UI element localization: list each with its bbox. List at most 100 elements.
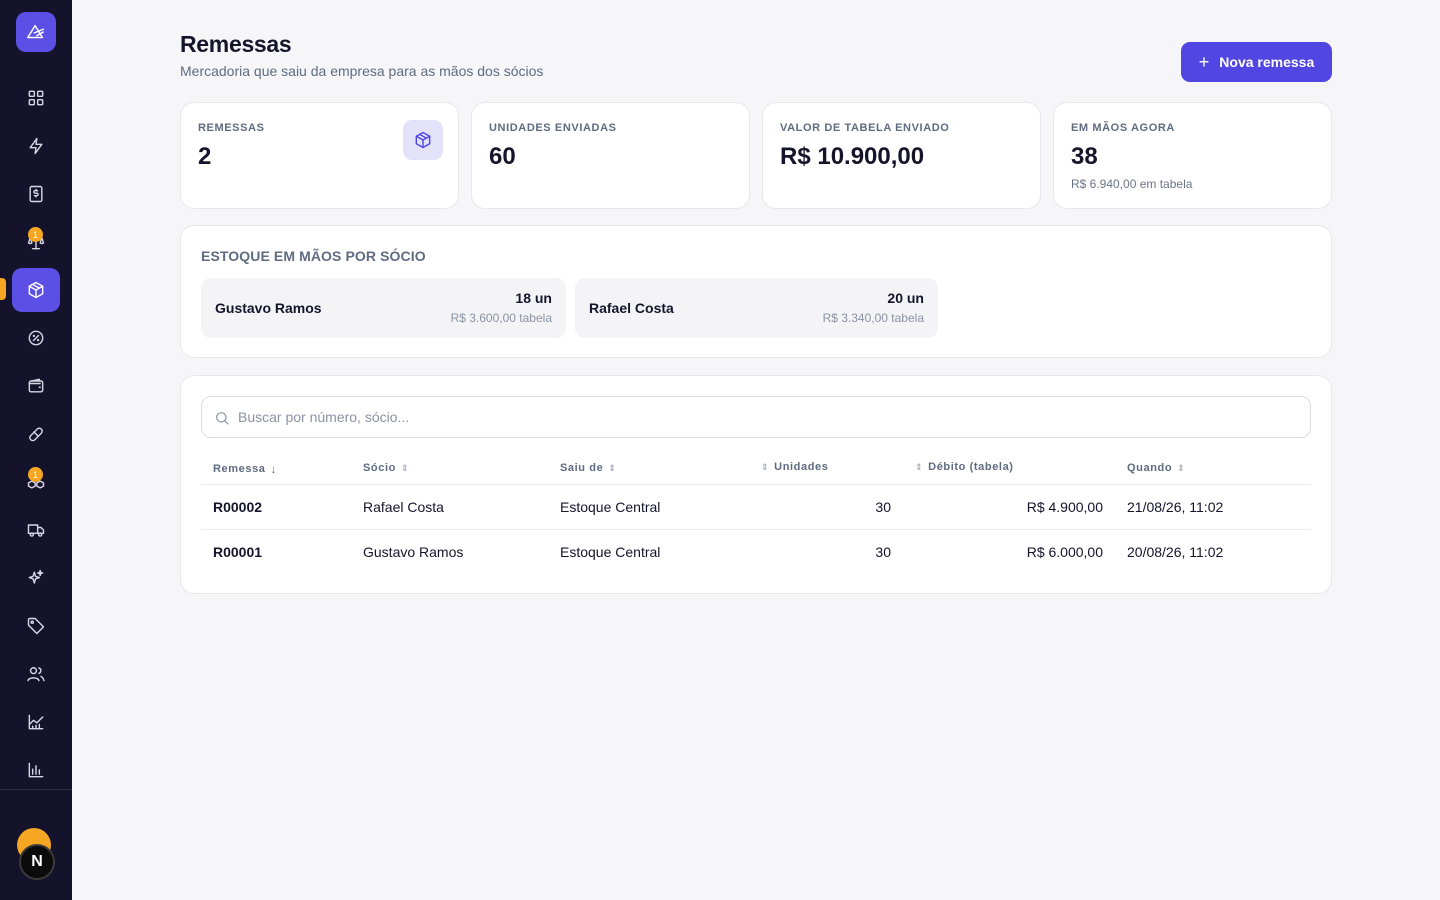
- sort-icon: ⇕: [1177, 462, 1186, 473]
- cell-unidades: 30: [875, 544, 891, 560]
- partner-name: Gustavo Ramos: [215, 300, 322, 316]
- page-subtitle: Mercadoria que saiu da empresa para as m…: [180, 63, 544, 79]
- stat-value: R$ 10.900,00: [780, 143, 925, 170]
- column-header-label: Sócio: [363, 462, 396, 474]
- partner-units: 20 un: [887, 290, 924, 306]
- package-icon: [28, 281, 44, 299]
- wallet-icon: [28, 378, 44, 393]
- partner-value: R$ 3.600,00 tabela: [450, 311, 552, 325]
- users-icon: [27, 667, 45, 682]
- gauge-icon: [28, 330, 44, 346]
- nav-delivery[interactable]: [12, 508, 60, 552]
- nav-wallet[interactable]: [12, 364, 60, 408]
- dollar-icon: [29, 185, 43, 203]
- stat-value: 2: [198, 143, 212, 170]
- new-shipment-label: Nova remessa: [1219, 54, 1315, 70]
- stat-label: REMESSAS: [198, 122, 265, 134]
- cell-quando: 21/08/26, 11:02: [1127, 499, 1224, 515]
- sidebar-divider: [0, 789, 72, 790]
- partner-units: 18 un: [515, 290, 552, 306]
- column-header-socio[interactable]: Sócio ⇕: [363, 462, 409, 474]
- column-header-label: Débito (tabela): [928, 461, 1014, 473]
- partner-card[interactable]: Gustavo Ramos 18 un R$ 3.600,00 tabela: [201, 278, 566, 338]
- sort-icon: ⇕: [915, 461, 924, 472]
- sort-icon: ⇕: [761, 461, 770, 472]
- nav-ai[interactable]: [12, 556, 60, 600]
- partner-value: R$ 3.340,00 tabela: [822, 311, 924, 325]
- column-header-label: Saiu de: [560, 462, 604, 474]
- active-nav-marker: [0, 278, 6, 300]
- factory-icon: [28, 714, 44, 730]
- nav-products[interactable]: [12, 412, 60, 456]
- nav-finance[interactable]: [12, 172, 60, 216]
- stat-icon: [403, 120, 443, 160]
- partner-card[interactable]: Rafael Costa 20 un R$ 3.340,00 tabela: [575, 278, 938, 338]
- nav-reports[interactable]: [12, 748, 60, 792]
- table-header-divider: [201, 484, 1311, 485]
- stat-card-in-hand: EM MÃOS AGORA 38 R$ 6.940,00 em tabela: [1053, 102, 1332, 209]
- cell-debito: R$ 4.900,00: [1026, 499, 1103, 515]
- dashboard-icon: [28, 90, 44, 106]
- cell-saiu-de: Estoque Central: [560, 544, 661, 560]
- stat-label: UNIDADES ENVIADAS: [489, 122, 617, 134]
- cell-remessa[interactable]: R00002: [213, 499, 262, 515]
- lightning-icon: [29, 137, 43, 155]
- cell-socio: Gustavo Ramos: [363, 544, 464, 560]
- stat-value: 60: [489, 143, 516, 170]
- cell-debito: R$ 6.000,00: [1026, 544, 1103, 560]
- cell-quando: 20/08/26, 11:02: [1127, 544, 1224, 560]
- column-header-label: Remessa: [213, 463, 266, 475]
- nav-goals[interactable]: [12, 316, 60, 360]
- stat-card-value: VALOR DE TABELA ENVIADO R$ 10.900,00: [762, 102, 1041, 209]
- nav-quick[interactable]: [12, 124, 60, 168]
- pill-icon: [29, 427, 43, 442]
- search-icon: [216, 412, 229, 425]
- stat-card-shipments: REMESSAS 2: [180, 102, 459, 209]
- logo[interactable]: [16, 12, 56, 52]
- sidebar: 1 1 N: [0, 0, 72, 900]
- cell-socio: Rafael Costa: [363, 499, 444, 515]
- page-title: Remessas: [180, 31, 292, 57]
- nav-stock-badge: 1: [28, 467, 43, 482]
- column-header-unidades[interactable]: ⇕ Unidades: [761, 461, 828, 473]
- stat-subtext: R$ 6.940,00 em tabela: [1071, 177, 1193, 191]
- nav-users[interactable]: [12, 652, 60, 696]
- workspace-avatar[interactable]: N: [19, 844, 55, 880]
- column-header-debito[interactable]: ⇕ Débito (tabela): [915, 461, 1014, 473]
- stat-label: EM MÃOS AGORA: [1071, 122, 1175, 134]
- sparkles-icon: [28, 569, 44, 584]
- column-header-label: Unidades: [774, 461, 829, 473]
- package-icon: [415, 131, 431, 149]
- truck-icon: [27, 524, 45, 537]
- tag-icon: [27, 617, 45, 635]
- column-header-remessa[interactable]: Remessa ↓: [213, 462, 277, 476]
- sort-icon: ⇕: [608, 462, 617, 473]
- column-header-saiu-de[interactable]: Saiu de ⇕: [560, 462, 616, 474]
- stock-per-partner-panel: ESTOQUE EM MÃOS POR SÓCIO Gustavo Ramos …: [180, 225, 1332, 358]
- nav-dashboard[interactable]: [12, 76, 60, 120]
- search-box: [201, 396, 1311, 438]
- search-input[interactable]: [238, 397, 1298, 437]
- nav-prices[interactable]: [12, 604, 60, 648]
- nav-settlements-badge: 1: [28, 227, 43, 242]
- plus-icon: +: [1198, 52, 1210, 72]
- stat-value: 38: [1071, 143, 1098, 170]
- bar-chart-icon: [28, 762, 44, 778]
- stat-label: VALOR DE TABELA ENVIADO: [780, 122, 950, 134]
- sort-desc-icon: ↓: [270, 462, 278, 476]
- cell-saiu-de: Estoque Central: [560, 499, 661, 515]
- column-header-label: Quando: [1127, 462, 1173, 474]
- new-shipment-button[interactable]: + Nova remessa: [1181, 42, 1332, 82]
- logo-icon: [27, 24, 45, 39]
- nav-shipments[interactable]: [12, 268, 60, 312]
- shipments-table-panel: Remessa ↓ Sócio ⇕ Saiu de ⇕ ⇕ Unidades ⇕…: [180, 375, 1332, 594]
- section-heading: ESTOQUE EM MÃOS POR SÓCIO: [201, 248, 426, 264]
- cell-unidades: 30: [875, 499, 891, 515]
- stat-card-units: UNIDADES ENVIADAS 60: [471, 102, 750, 209]
- cell-remessa[interactable]: R00001: [213, 544, 262, 560]
- sort-icon: ⇕: [400, 462, 410, 473]
- nav-production[interactable]: [12, 700, 60, 744]
- partner-name: Rafael Costa: [589, 300, 674, 316]
- row-divider: [201, 529, 1311, 530]
- column-header-quando[interactable]: Quando ⇕: [1127, 462, 1185, 474]
